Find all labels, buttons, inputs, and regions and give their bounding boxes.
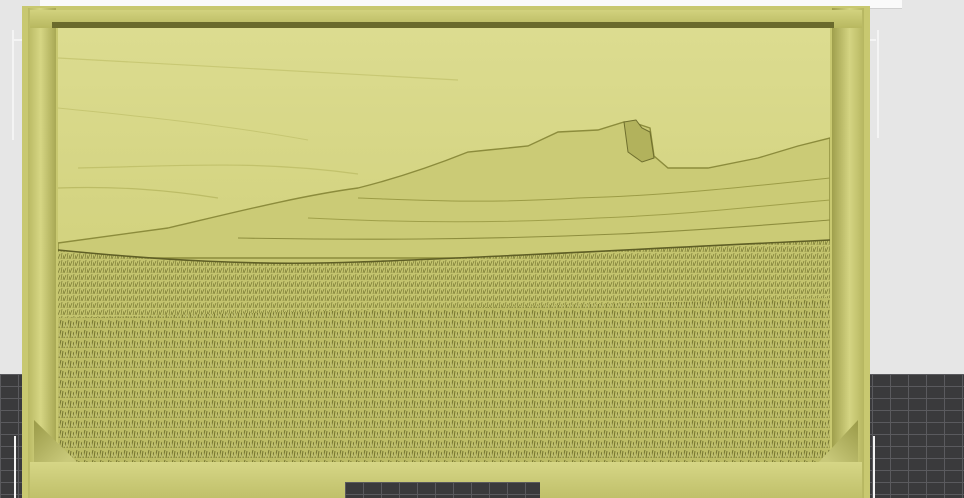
landscape-relief-panel[interactable]: [58, 28, 830, 464]
print-bed-grid-center: [345, 482, 540, 498]
bounding-line-left-lower: [14, 436, 16, 498]
bounding-line-right-upper: [877, 30, 879, 138]
frame-post-left: [28, 8, 56, 498]
frame-post-right: [832, 8, 864, 498]
3d-viewport[interactable]: [0, 0, 964, 498]
landscape-relief-icon: [58, 28, 830, 464]
print-bed-grid-right: [854, 374, 964, 498]
bounding-line-left-upper: [12, 30, 14, 140]
bounding-line-right-lower: [873, 436, 875, 498]
